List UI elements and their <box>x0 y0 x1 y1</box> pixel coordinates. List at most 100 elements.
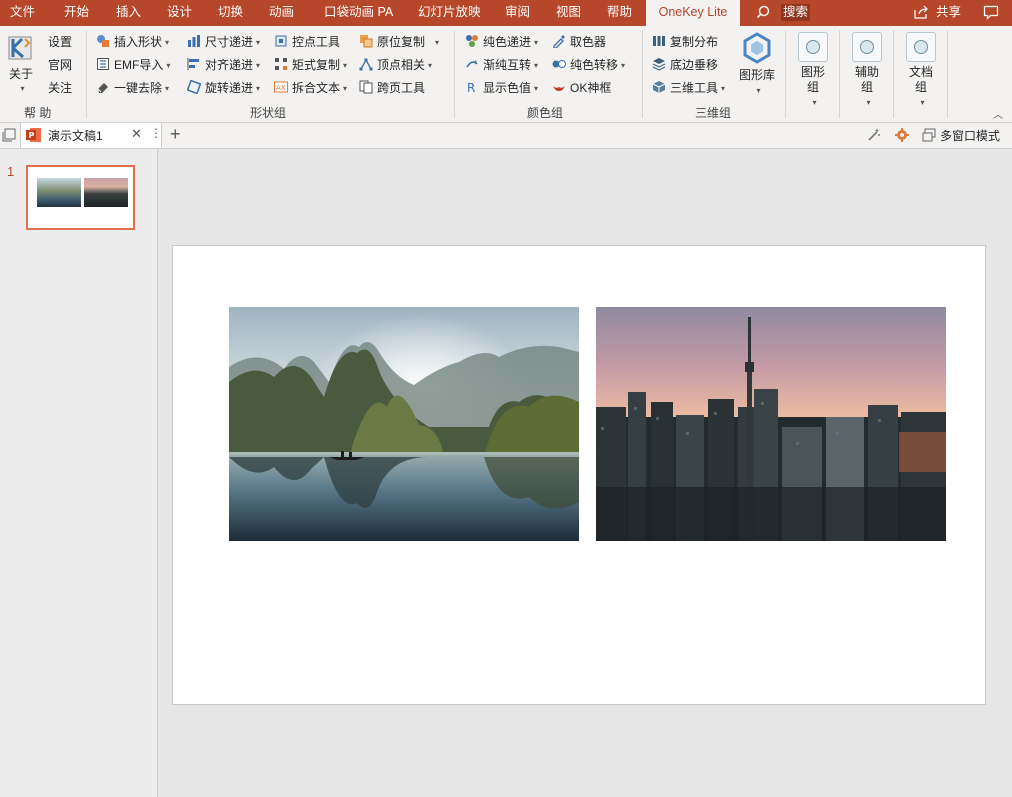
3d-tools-button[interactable]: 三维工具 ▾ <box>652 78 725 98</box>
multi-window-icon <box>922 128 936 145</box>
emf-import-button[interactable]: EMF导入 ▾ <box>96 55 170 75</box>
tab-review[interactable]: 审阅 <box>505 0 530 26</box>
emf-import-label: EMF导入 <box>114 58 164 72</box>
layers-icon <box>652 57 666 71</box>
group-label-help: 帮 助 <box>24 106 52 120</box>
gear-icon[interactable] <box>894 127 910 146</box>
aux-group-button[interactable]: 辅助组 ▾ <box>850 32 884 110</box>
about-label: 关于 <box>8 67 33 81</box>
tab-pocket-animation[interactable]: 口袋动画 PA <box>324 0 393 26</box>
copy-icon <box>359 34 373 48</box>
shape-library-button[interactable]: 图形库 ▾ <box>738 32 776 98</box>
search-box[interactable]: 搜索 <box>781 4 811 21</box>
tab-home[interactable]: 开始 <box>64 0 89 26</box>
vertex-button[interactable]: 顶点相关 ▾ <box>359 55 432 75</box>
in-place-copy-label: 原位复制 <box>377 35 426 49</box>
chevron-down-icon: ▾ <box>166 61 171 70</box>
chevron-down-icon: ▾ <box>534 84 539 93</box>
document-tab-bar: P 演示文稿1 ✕ ⋮ + 多窗口模式 <box>0 123 1012 149</box>
gradient-solid-convert-label: 渐纯互转 <box>483 58 532 72</box>
doc-group-button[interactable]: 文档组 ▾ <box>904 32 938 110</box>
hexagon-icon <box>738 32 776 68</box>
document-title: 演示文稿1 <box>48 129 103 143</box>
rotate-icon <box>187 80 201 94</box>
bottom-edge-shift-button[interactable]: 底边垂移 <box>652 55 718 75</box>
color-picker-button[interactable]: 取色器 <box>552 32 606 52</box>
handle-tool-button[interactable]: 控点工具 <box>274 32 340 52</box>
copy-distribute-button[interactable]: 复制分布 <box>652 32 718 52</box>
chevron-down-icon: ▾ <box>256 38 261 47</box>
tab-insert[interactable]: 插入 <box>116 0 141 26</box>
magic-wand-icon[interactable] <box>866 127 882 146</box>
align-progression-button[interactable]: 对齐递进 ▾ <box>187 55 260 75</box>
about-button[interactable]: 关于 ▾ <box>6 34 36 95</box>
gradient-solid-convert-button[interactable]: 渐纯互转 ▾ <box>465 55 538 75</box>
menu-bar: 文件 开始 插入 设计 切换 动画 口袋动画 PA 幻灯片放映 审阅 视图 帮助… <box>0 0 1012 26</box>
settings-button[interactable]: 设置 <box>48 32 72 52</box>
slide[interactable] <box>172 245 986 705</box>
shape-library-label: 图形库 <box>738 68 775 82</box>
group-divider <box>86 30 87 118</box>
solid-color-progression-button[interactable]: 纯色递进 ▾ <box>465 32 538 52</box>
group-divider <box>642 30 643 118</box>
in-place-copy-button[interactable]: 原位复制 ▾ <box>359 32 439 52</box>
gradient-swap-icon <box>465 57 479 71</box>
handle-tool-label: 控点工具 <box>292 35 341 49</box>
new-window-icon[interactable] <box>2 128 16 145</box>
handle-icon <box>274 34 288 48</box>
rotate-progression-button[interactable]: 旋转递进 ▾ <box>187 78 260 98</box>
show-color-value-label: 显示色值 <box>483 81 532 95</box>
chevron-down-icon: ▾ <box>756 86 761 95</box>
chevron-down-icon: ▾ <box>428 61 433 70</box>
show-color-value-button[interactable]: R 显示色值 ▾ <box>465 78 538 98</box>
matrix-copy-button[interactable]: 矩式复制 ▾ <box>274 55 347 75</box>
one-click-remove-button[interactable]: 一键去除 ▾ <box>96 78 169 98</box>
slide-number: 1 <box>7 164 15 179</box>
city-skyline-photo[interactable] <box>596 307 946 541</box>
tab-transitions[interactable]: 切换 <box>218 0 243 26</box>
document-tab[interactable]: P 演示文稿1 ✕ ⋮ <box>20 123 162 148</box>
doc-group-label: 文档组 <box>908 65 933 94</box>
solid-color-transfer-button[interactable]: 纯色转移 ▾ <box>552 55 625 75</box>
tab-file[interactable]: 文件 <box>10 0 35 26</box>
tab-slideshow[interactable]: 幻灯片放映 <box>418 0 481 26</box>
tab-view[interactable]: 视图 <box>556 0 581 26</box>
cross-page-tool-button[interactable]: 跨页工具 <box>359 78 425 98</box>
insert-shape-label: 插入形状 <box>114 35 163 49</box>
solid-color-transfer-label: 纯色转移 <box>570 58 619 72</box>
multi-window-mode-button[interactable]: 多窗口模式 <box>940 127 1000 144</box>
matrix-icon <box>274 57 288 71</box>
tab-animations[interactable]: 动画 <box>269 0 294 26</box>
color-transfer-icon <box>552 57 566 71</box>
slide-thumbnail-pane: 1 <box>0 149 158 797</box>
tab-design[interactable]: 设计 <box>167 0 192 26</box>
tab-help[interactable]: 帮助 <box>607 0 632 26</box>
powerpoint-icon: P <box>26 127 42 146</box>
shape-group-icon <box>798 32 828 62</box>
follow-button[interactable]: 关注 <box>48 78 72 98</box>
chevron-down-icon: ▾ <box>721 84 726 93</box>
chevron-down-icon: ▾ <box>435 38 440 47</box>
website-button[interactable]: 官网 <box>48 55 72 75</box>
share-icon[interactable] <box>913 0 929 26</box>
add-tab-icon[interactable]: + <box>170 124 181 145</box>
shape-group-button[interactable]: 图形组 ▾ <box>796 32 830 110</box>
svg-text:AX: AX <box>276 84 286 92</box>
tab-onekey-lite[interactable]: OneKey Lite <box>646 0 740 26</box>
insert-shape-button[interactable]: 插入形状 ▾ <box>96 32 169 52</box>
share-button[interactable]: 共享 <box>936 0 961 26</box>
search-icon[interactable] <box>756 0 770 26</box>
comment-icon[interactable] <box>983 0 999 26</box>
landscape-photo[interactable] <box>229 307 579 541</box>
aux-group-icon <box>852 32 882 62</box>
chevron-down-icon: ▾ <box>343 61 348 70</box>
r-letter-icon: R <box>465 80 479 94</box>
cube-icon <box>652 80 666 94</box>
close-icon[interactable]: ✕ <box>131 126 142 142</box>
slide-thumbnail[interactable] <box>26 165 135 230</box>
collapse-ribbon-icon[interactable]: ︿ <box>993 106 1003 121</box>
split-merge-text-button[interactable]: AX 拆合文本 ▾ <box>274 78 347 98</box>
more-options-icon[interactable]: ⋮ <box>150 126 162 140</box>
size-progression-button[interactable]: 尺寸递进 ▾ <box>187 32 260 52</box>
ok-frame-button[interactable]: OK神框 <box>552 78 611 98</box>
